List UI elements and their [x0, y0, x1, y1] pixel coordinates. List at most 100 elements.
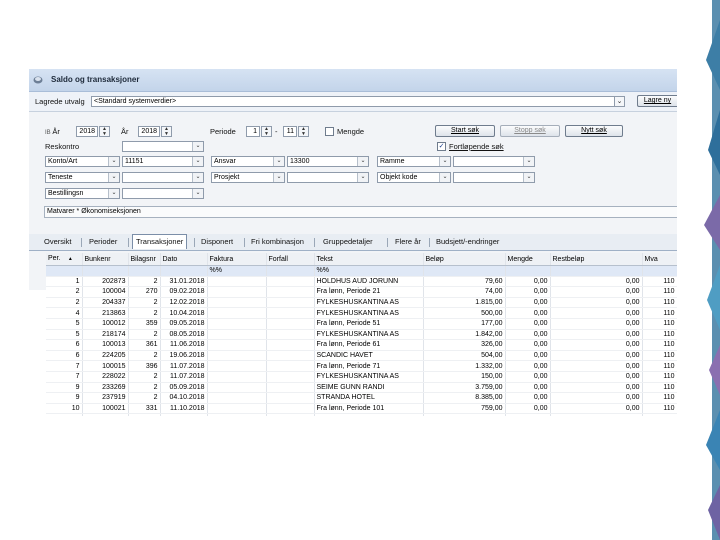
column-header-mengde[interactable]: Mengde — [505, 253, 551, 266]
cell-forfall — [266, 371, 315, 383]
dropdown-arrow-icon[interactable]: ⌄ — [439, 157, 450, 166]
filter-cell-faktura[interactable]: %% — [207, 265, 267, 277]
objektkode-type-selector[interactable]: Objekt kode ⌄ — [377, 172, 451, 183]
dropdown-arrow-icon[interactable]: ⌄ — [192, 189, 203, 198]
tab-transaksjoner[interactable]: Transaksjoner — [132, 234, 188, 249]
dropdown-arrow-icon[interactable]: ⌄ — [192, 173, 203, 182]
table-row[interactable]: 2 100004 270 09.02.2018 Fra lønn, Periode 21… — [46, 286, 677, 298]
spinner-icon[interactable]: ▲ ▼ — [298, 126, 309, 137]
table-row[interactable]: 9 237919 2 04.10.2018 STRANDA HOTEL 8.385,00 0… — [46, 392, 677, 404]
continuous-search-checkbox[interactable]: ✓ — [437, 142, 446, 151]
dropdown-arrow-icon[interactable]: ⌄ — [357, 157, 368, 166]
filter-cell-period[interactable] — [46, 265, 83, 277]
table-row[interactable]: 2 204337 2 12.02.2018 FYLKESHUSKANTINA AS 1.8… — [46, 297, 677, 309]
stop-search-button[interactable]: Stopp søk — [500, 125, 560, 137]
quantity-checkbox[interactable] — [325, 127, 334, 136]
column-header-mva[interactable]: Mva — [642, 253, 677, 266]
tab-perioder[interactable]: Perioder — [89, 237, 117, 246]
ramme-type-selector[interactable]: Ramme ⌄ — [377, 156, 451, 167]
tab-gruppedetaljer[interactable]: Gruppedetaljer — [323, 237, 373, 246]
konto-field[interactable]: 11151 ⌄ — [122, 156, 204, 167]
filter-cell-mva[interactable] — [642, 265, 677, 277]
bestillingsn-type-selector[interactable]: Bestillingsn ⌄ — [45, 188, 120, 199]
tab-budsjett-endringer[interactable]: Budsjett/-endringer — [436, 237, 499, 246]
column-header-period[interactable]: Per. ▲ — [46, 253, 83, 266]
dropdown-arrow-icon[interactable]: ⌄ — [523, 157, 534, 166]
table-row[interactable]: 9 233269 2 05.09.2018 SEIME GUNN RANDI 3.759,… — [46, 382, 677, 394]
cell-tekst: Fra lønn, Periode 71 — [314, 360, 424, 372]
save-new-button[interactable]: Lagre ny — [637, 95, 677, 107]
objektkode-field[interactable]: ⌄ — [453, 172, 535, 183]
new-search-button[interactable]: Nytt søk — [565, 125, 623, 137]
cell-bilagsnr: 361 — [128, 339, 161, 351]
dropdown-arrow-icon[interactable]: ⌄ — [192, 142, 203, 151]
table-row[interactable]: 4 213863 2 10.04.2018 FYLKESHUSKANTINA AS 500… — [46, 307, 677, 319]
period-from-field[interactable]: 1 — [246, 126, 260, 137]
dropdown-arrow-icon[interactable]: ⌄ — [614, 96, 625, 107]
bestillingsn-field[interactable]: ⌄ — [122, 188, 204, 199]
column-header-bilagsnr[interactable]: Bilagsnr — [128, 253, 161, 266]
reskontro-field[interactable]: ⌄ — [122, 141, 204, 152]
filter-cell-mengde[interactable] — [505, 265, 551, 277]
spinner-icon[interactable]: ▲ ▼ — [161, 126, 172, 137]
saved-selection-field[interactable]: <Standard systemverdier> — [91, 96, 624, 107]
ansvar-type-selector[interactable]: Ansvar ⌄ — [211, 156, 285, 167]
cell-belop: 1.815,00 — [423, 297, 506, 309]
column-header-restbelop[interactable]: Restbeløp — [550, 253, 643, 266]
column-header-tekst[interactable]: Tekst — [314, 253, 424, 266]
table-row[interactable]: 10 100021 331 11.10.2018 Fra lønn, Periode 1… — [46, 403, 677, 415]
filter-cell-tekst[interactable]: %% — [314, 265, 424, 277]
teneste-field[interactable]: ⌄ — [122, 172, 204, 183]
column-header-forfall[interactable]: Forfall — [266, 253, 315, 266]
transactions-grid[interactable]: Per. ▲ Bunkenr Bilagsnr Dato Faktura Forfall T… — [46, 253, 677, 416]
to-year-field[interactable]: 2018 — [138, 126, 160, 137]
dropdown-arrow-icon[interactable]: ⌄ — [439, 173, 450, 182]
table-row[interactable]: 1 202873 2 31.01.2018 HOLDHUS AUD JORUNN 79,6… — [46, 276, 677, 288]
tab-oversikt[interactable]: Oversikt — [44, 237, 72, 246]
dropdown-arrow-icon[interactable]: ⌄ — [108, 157, 119, 166]
tab-flere-ar[interactable]: Flere år — [395, 237, 421, 246]
start-search-button[interactable]: Start søk — [435, 125, 495, 137]
ansvar-field[interactable]: 13300 ⌄ — [287, 156, 369, 167]
prosjekt-type-selector[interactable]: Prosjekt ⌄ — [211, 172, 285, 183]
table-row[interactable]: 7 228022 2 11.07.2018 FYLKESHUSKANTINA AS 150… — [46, 371, 677, 383]
dropdown-arrow-icon[interactable]: ⌄ — [192, 157, 203, 166]
dropdown-arrow-icon[interactable]: ⌄ — [523, 173, 534, 182]
column-header-belop[interactable]: Beløp — [423, 253, 506, 266]
table-row[interactable]: 6 100013 361 11.06.2018 Fra lønn, Periode 61… — [46, 339, 677, 351]
dropdown-arrow-icon[interactable]: ⌄ — [273, 157, 284, 166]
dropdown-arrow-icon[interactable]: ⌄ — [357, 173, 368, 182]
teneste-type-selector[interactable]: Teneste ⌄ — [45, 172, 120, 183]
filter-cell-belop[interactable] — [423, 265, 506, 277]
period-to-field[interactable]: 11 — [283, 126, 297, 137]
column-header-dato[interactable]: Dato — [160, 253, 208, 266]
spinner-icon[interactable]: ▲ ▼ — [99, 126, 110, 137]
spinner-icon[interactable]: ▲ ▼ — [261, 126, 272, 137]
filter-cell-forfall[interactable] — [266, 265, 315, 277]
konto-type-selector[interactable]: Konto/Art ⌄ — [45, 156, 120, 167]
dropdown-arrow-icon[interactable]: ⌄ — [108, 189, 119, 198]
table-row[interactable]: 7 100015 396 11.07.2018 Fra lønn, Periode 71… — [46, 360, 677, 372]
from-year-field[interactable]: 2018 — [76, 126, 98, 137]
column-header-faktura[interactable]: Faktura — [207, 253, 267, 266]
filter-cell-dato[interactable] — [160, 265, 208, 277]
table-row[interactable]: 10242595230.10.2018NKK810,000,000,00110 — [46, 413, 677, 416]
tab-separator — [429, 238, 430, 247]
filter-cell-restbelop[interactable] — [550, 265, 643, 277]
filter-cell-bilagsnr[interactable] — [128, 265, 161, 277]
table-row[interactable]: 6 224205 2 19.06.2018 SCANDIC HAVET 504,00 0,0… — [46, 350, 677, 362]
cell-bilagsnr: 2 — [128, 413, 161, 416]
cell-tekst: Fra lønn, Periode 21 — [314, 286, 424, 298]
dropdown-arrow-icon[interactable]: ⌄ — [273, 173, 284, 182]
table-row[interactable]: 5 218174 2 08.05.2018 FYLKESHUSKANTINA AS 1.8… — [46, 329, 677, 341]
ramme-field[interactable]: ⌄ — [453, 156, 535, 167]
column-header-bunkenr[interactable]: Bunkenr — [82, 253, 129, 266]
cell-mengde: 0,00 — [505, 339, 551, 351]
cell-mva: 110 — [642, 286, 677, 298]
dropdown-arrow-icon[interactable]: ⌄ — [108, 173, 119, 182]
prosjekt-field[interactable]: ⌄ — [287, 172, 369, 183]
tab-fri-kombinasjon[interactable]: Fri kombinasjon — [251, 237, 304, 246]
filter-cell-bunkenr[interactable] — [82, 265, 129, 277]
tab-disponert[interactable]: Disponert — [201, 237, 233, 246]
table-row[interactable]: 5 100012 359 09.05.2018 Fra lønn, Periode 51… — [46, 318, 677, 330]
